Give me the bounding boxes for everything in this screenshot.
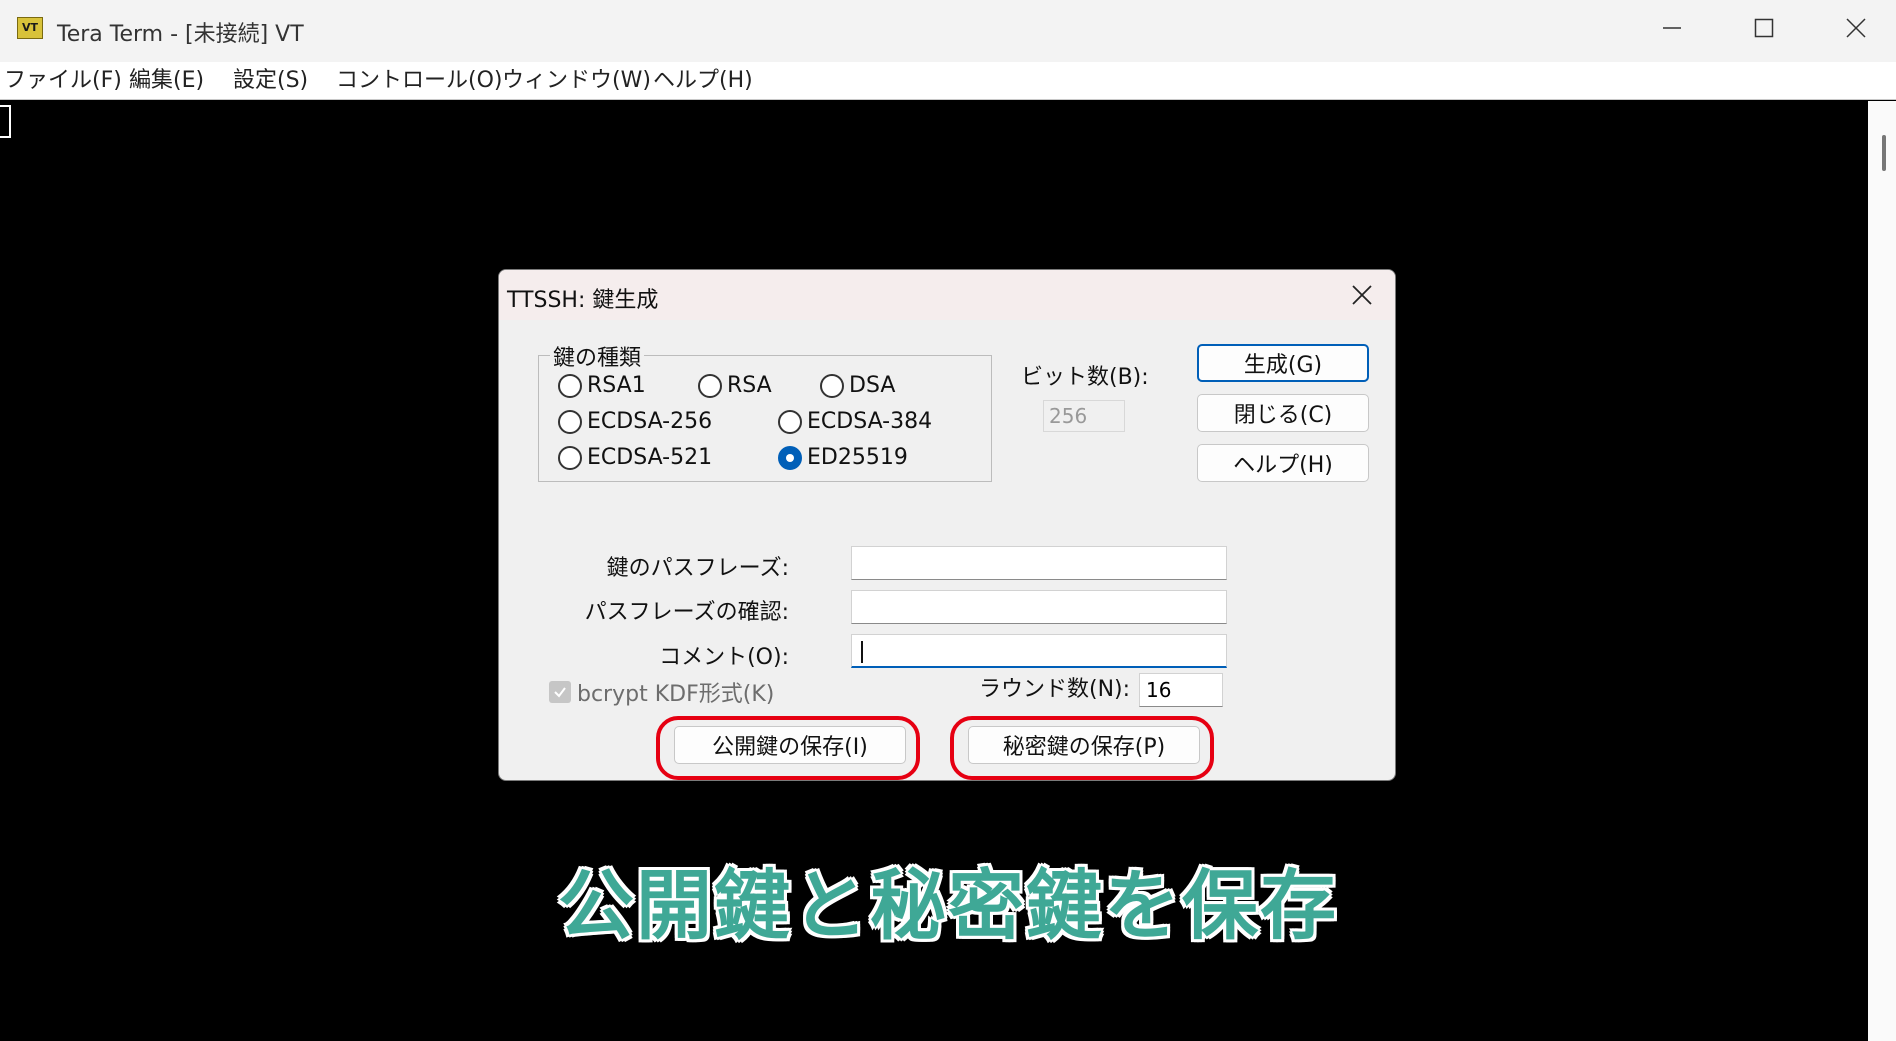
passphrase-confirm-label: パスフレーズの確認: xyxy=(584,600,789,625)
radio-button-icon xyxy=(558,445,582,470)
menu-control[interactable]: コントロール(O) xyxy=(336,62,502,100)
checkbox-checked-icon xyxy=(549,681,571,703)
radio-ecdsa-384[interactable]: ECDSA-384 xyxy=(778,409,932,434)
menu-bar: ファイル(F) 編集(E) 設定(S) コントロール(O) ウィンドウ(W) ヘ… xyxy=(0,62,1896,100)
bits-label: ビット数(B): xyxy=(1021,365,1149,390)
radio-label: DSA xyxy=(849,373,896,398)
bcrypt-kdf-checkbox[interactable]: bcrypt KDF形式(K) xyxy=(549,676,774,708)
radio-label: RSA xyxy=(727,373,772,398)
dialog-close-button[interactable] xyxy=(1339,276,1385,314)
minimize-button[interactable] xyxy=(1626,0,1718,56)
dialog-title: TTSSH: 鍵生成 xyxy=(507,288,659,313)
key-type-legend: 鍵の種類 xyxy=(550,340,645,372)
radio-rsa1[interactable]: RSA1 xyxy=(558,373,646,398)
radio-button-icon xyxy=(558,409,582,434)
radio-button-icon xyxy=(558,373,582,398)
text-caret xyxy=(861,641,863,663)
radio-ecdsa-521[interactable]: ECDSA-521 xyxy=(558,445,712,470)
maximize-button[interactable] xyxy=(1718,0,1810,56)
radio-ecdsa-256[interactable]: ECDSA-256 xyxy=(558,409,712,434)
bcrypt-label: bcrypt KDF形式(K) xyxy=(577,682,775,707)
radio-label: ED25519 xyxy=(807,445,908,470)
menu-edit[interactable]: 編集(E) xyxy=(129,62,204,100)
caption-overlay: 公開鍵と秘密鍵を保存 xyxy=(558,861,1338,950)
radio-button-selected-icon xyxy=(778,445,802,470)
radio-button-icon xyxy=(820,373,844,398)
bits-field xyxy=(1043,400,1125,432)
comment-field[interactable] xyxy=(851,634,1227,668)
dialog-title-bar: TTSSH: 鍵生成 xyxy=(499,270,1395,320)
close-icon xyxy=(1846,18,1866,38)
radio-ed25519[interactable]: ED25519 xyxy=(778,445,908,470)
window-title: Tera Term - [未接続] VT xyxy=(57,22,304,47)
radio-rsa[interactable]: RSA xyxy=(698,373,772,398)
maximize-icon xyxy=(1754,18,1774,38)
comment-label: コメント(O): xyxy=(659,645,789,670)
radio-label: ECDSA-256 xyxy=(587,409,713,434)
help-button[interactable]: ヘルプ(H) xyxy=(1197,444,1369,482)
passphrase-label: 鍵のパスフレーズ: xyxy=(606,556,789,581)
radio-label: ECDSA-521 xyxy=(587,445,713,470)
key-generation-dialog: TTSSH: 鍵生成 鍵の種類 RSA1 RSA DSA ECDSA-256 E… xyxy=(498,269,1396,781)
tera-term-app-icon: VT xyxy=(17,17,43,39)
passphrase-field[interactable] xyxy=(851,546,1227,580)
radio-dsa[interactable]: DSA xyxy=(820,373,895,398)
radio-label: RSA1 xyxy=(587,373,646,398)
rounds-label: ラウンド数(N): xyxy=(979,677,1131,702)
close-button[interactable]: 閉じる(C) xyxy=(1197,394,1369,432)
scrollbar-thumb[interactable] xyxy=(1882,135,1886,171)
terminal-cursor xyxy=(0,105,11,138)
window-close-button[interactable] xyxy=(1810,0,1896,56)
radio-button-icon xyxy=(778,409,802,434)
generate-button[interactable]: 生成(G) xyxy=(1197,344,1369,382)
radio-button-icon xyxy=(698,373,722,398)
highlight-save-public xyxy=(656,716,920,780)
passphrase-confirm-field[interactable] xyxy=(851,590,1227,624)
menu-settings[interactable]: 設定(S) xyxy=(233,62,308,100)
menu-help[interactable]: ヘルプ(H) xyxy=(653,62,753,100)
menu-window[interactable]: ウィンドウ(W) xyxy=(502,62,651,100)
close-icon xyxy=(1352,285,1372,305)
highlight-save-private xyxy=(950,716,1214,780)
minimize-icon xyxy=(1663,27,1681,29)
radio-label: ECDSA-384 xyxy=(807,409,933,434)
menu-file[interactable]: ファイル(F) xyxy=(4,62,122,100)
rounds-field[interactable] xyxy=(1139,673,1223,707)
title-bar: VT Tera Term - [未接続] VT xyxy=(0,0,1896,62)
